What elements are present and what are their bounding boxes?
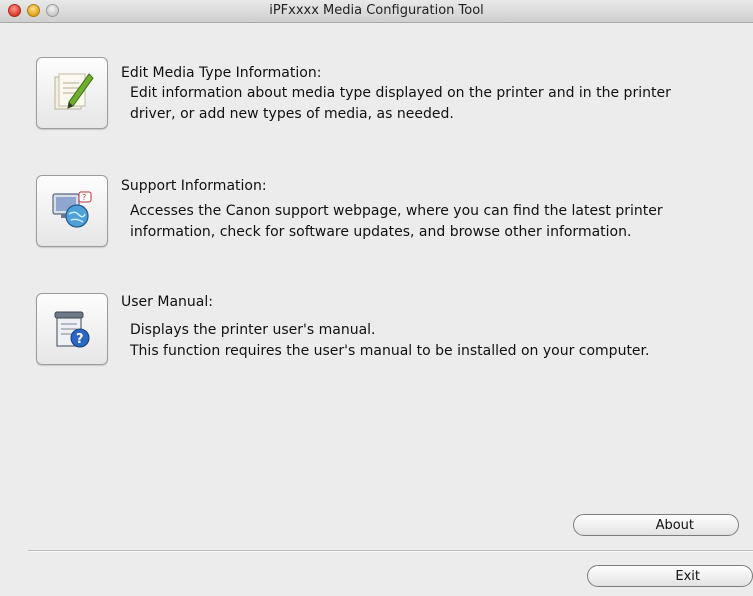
- manual-description-line1: Displays the printer user's manual.: [130, 322, 376, 338]
- exit-button-label: Exit: [675, 569, 700, 584]
- edit-media-description-line1: Edit information about media type displa…: [130, 85, 671, 101]
- user-manual-button[interactable]: ?: [36, 293, 108, 365]
- edit-media-type-button[interactable]: [36, 57, 108, 129]
- window-title: iPFxxxx Media Configuration Tool: [269, 3, 484, 18]
- support-heading: Support Information:: [121, 178, 267, 194]
- manual-description-line2: This function requires the user's manual…: [130, 343, 650, 359]
- user-manual-icon: ?: [54, 311, 90, 348]
- edit-media-description-line2: driver, or add new types of media, as ne…: [130, 106, 454, 122]
- edit-document-icon: [54, 73, 94, 110]
- support-globe-icon: ?: [52, 191, 92, 228]
- support-description-line2: information, check for software updates,…: [130, 224, 632, 240]
- edit-media-heading: Edit Media Type Information:: [121, 65, 322, 81]
- support-description-line1: Accesses the Canon support webpage, wher…: [130, 203, 663, 219]
- app-window: iPFxxxx Media Configuration Tool Edit Me…: [0, 0, 753, 596]
- exit-button[interactable]: Exit: [587, 565, 753, 587]
- about-button[interactable]: About: [573, 514, 739, 536]
- manual-heading: User Manual:: [121, 294, 213, 310]
- about-button-label: About: [655, 518, 694, 533]
- separator: [28, 550, 753, 552]
- svg-text:?: ?: [76, 332, 84, 347]
- svg-text:?: ?: [82, 193, 86, 202]
- title-bar[interactable]: iPFxxxx Media Configuration Tool: [0, 0, 753, 23]
- support-information-button[interactable]: ?: [36, 175, 108, 247]
